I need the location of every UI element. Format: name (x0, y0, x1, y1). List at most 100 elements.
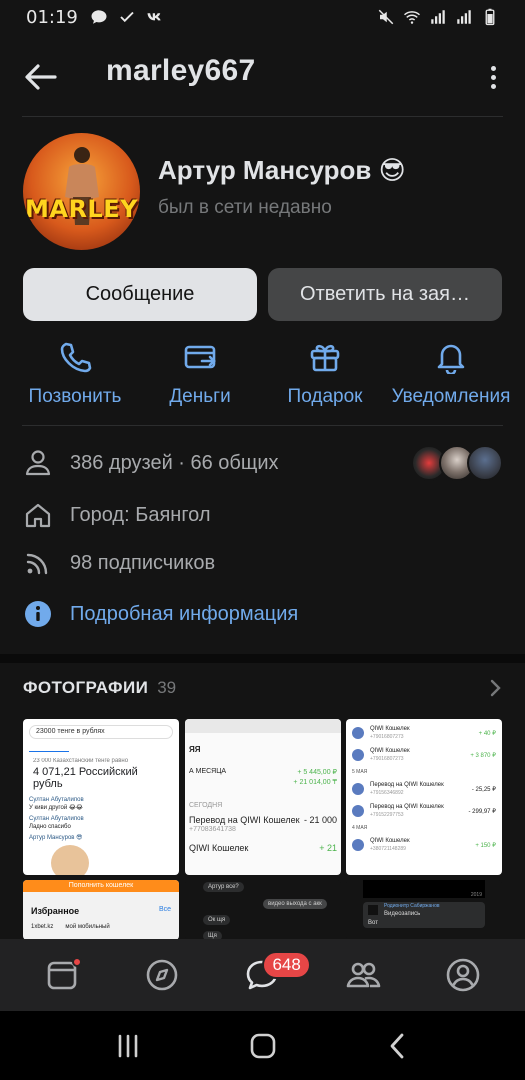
profile-icon (446, 958, 480, 992)
notifications-label: Уведомления (391, 386, 511, 407)
thumb2-transfer-phone: +77083641738 (189, 826, 236, 833)
thumb-chat2-name: Султан Абуталипов (29, 816, 84, 822)
gift-icon (310, 344, 340, 372)
friends-row[interactable]: 386 друзей · 66 общих (23, 448, 279, 478)
thumb3-row: QIWI Кошелек +79016807273 + 40 ₽ (352, 725, 496, 741)
details-row[interactable]: Подробная информация (23, 599, 298, 629)
thumb2-amount-plus2: + 21 014,00 ₸ (293, 779, 337, 786)
thumb2-header: ЯЯ (189, 745, 201, 754)
call-label: Позвонить (28, 386, 122, 407)
avatar[interactable]: MARLEY (23, 133, 140, 250)
rss-icon (26, 553, 48, 575)
followers-count: 98 подписчиков (70, 551, 216, 574)
chevron-right-icon[interactable] (489, 678, 503, 698)
message-button[interactable]: Сообщение (23, 268, 257, 321)
page-title: marley667 (106, 54, 256, 87)
photos-count: 39 (157, 678, 177, 697)
qiwi-icon (352, 805, 364, 817)
feed-badge-dot (72, 957, 83, 967)
thumb3-row-sub: +79016807273 (370, 734, 404, 740)
photos-title: ФОТОГРАФИИ (23, 678, 149, 697)
city-text: Город: Баянгол (70, 503, 211, 526)
thumb3-row-title: Перевод на QIWI Кошелек (370, 782, 444, 788)
thumb4-item2: мой мобильный (65, 924, 110, 930)
thumb-sticker (51, 845, 89, 875)
thumb4-top-button: Пополнить кошелек (23, 880, 179, 892)
thumb3-row: QIWI Кошелек +380721148289 + 150 ₽ (352, 837, 496, 853)
thumb-chat1-name: Султан Абуталипов (29, 797, 84, 803)
status-time: 01:19 (26, 6, 78, 28)
thumb-result-line1: 4 071,21 Российский (33, 766, 138, 778)
nav-discover[interactable] (136, 949, 188, 1001)
more-vertical-icon[interactable] (483, 60, 503, 94)
profile-name-text: Артур Мансуров (158, 155, 372, 185)
nav-feed[interactable] (36, 949, 88, 1001)
sunglasses-emoji: 😎 (378, 155, 406, 185)
check-icon (120, 11, 134, 23)
back-icon[interactable] (383, 1031, 413, 1061)
thumb5-msg1: Артур все? (203, 882, 244, 892)
thumb-tab-underline (29, 742, 69, 752)
gift-label: Подарок (287, 386, 363, 407)
thumb2-wallet-amount: + 21 (319, 843, 337, 853)
system-navigation (0, 1011, 525, 1080)
photo-thumbnail[interactable]: 23000 тенге в рублях 23 000 Казахстански… (23, 719, 179, 875)
photos-header[interactable]: ФОТОГРАФИИ 39 (23, 678, 503, 698)
user-icon (25, 450, 51, 476)
thumb3-date: 5 МАЯ (352, 769, 368, 775)
call-action[interactable]: Позвонить (10, 340, 140, 408)
home-icon[interactable] (248, 1031, 278, 1061)
thumb-statusbar (185, 719, 341, 733)
profile-name: Артур Мансуров 😎 (158, 155, 406, 186)
nav-profile[interactable] (437, 949, 489, 1001)
thumb3-row-title: Перевод на QIWI Кошелек (370, 804, 444, 810)
city-row: Город: Баянгол (23, 500, 211, 530)
messages-badge: 648 (262, 951, 311, 979)
qiwi-icon (352, 839, 364, 851)
gift-action[interactable]: Подарок (260, 340, 390, 408)
notifications-action[interactable]: Уведомления (386, 340, 516, 408)
photo-thumbnail[interactable]: QIWI Кошелек +79016807273 + 40 ₽ QIWI Кошел… (346, 719, 502, 875)
thumb4-item1: 1xbet.kz (31, 924, 54, 930)
section-separator (0, 654, 525, 663)
vk-icon (147, 13, 161, 21)
thumb-chat1-text: У киви другой 😂😂 (29, 805, 83, 811)
thumb4-favorites: Избранное (31, 906, 80, 916)
thumb3-row-amount: + 3 870 ₽ (470, 752, 496, 759)
bottom-navigation: 648 (0, 939, 525, 1011)
status-bar: 01:19 (0, 0, 525, 34)
photo-thumbnail[interactable]: 2019 Родионитр Сабиржанов Видеозапись Во… (346, 880, 502, 940)
details-link[interactable]: Подробная информация (70, 603, 298, 626)
nav-messages[interactable]: 648 (236, 949, 311, 1001)
recent-apps-icon[interactable] (113, 1031, 143, 1061)
mute-icon (378, 9, 394, 25)
nav-friends[interactable] (337, 949, 389, 1001)
info-icon (25, 601, 51, 627)
money-label: Деньги (169, 386, 231, 407)
top-bar: marley667 (0, 40, 525, 112)
thumb5-msg4: видео выхода с акк (263, 899, 327, 909)
actions-divider (22, 425, 503, 426)
photo-thumbnail[interactable]: Пополнить кошелек Избранное Все 1xbet.kz… (23, 880, 179, 940)
followers-row[interactable]: 98 подписчиков (23, 548, 215, 578)
money-action[interactable]: Деньги (135, 340, 265, 408)
mutual-friends-avatars[interactable] (411, 445, 503, 481)
home-icon (25, 503, 51, 528)
thumb-result-line2: рубль (33, 778, 63, 790)
discover-icon (146, 959, 178, 991)
phone-icon (60, 342, 92, 373)
photo-thumbnail[interactable]: Артур все? видео выхода с акк Ок щя Щя (185, 880, 341, 940)
qiwi-icon (352, 727, 364, 739)
thumb3-date: 4 МАЯ (352, 825, 368, 831)
thumb-converter-caption: 23 000 Казахстанский тенге равно (33, 758, 129, 764)
thumb3-row-amount: - 299,97 ₽ (468, 808, 496, 815)
thumb2-wallet-title: QIWI Кошелек (189, 843, 249, 853)
thumb2-amount-plus: + 5 445,00 ₽ (297, 769, 337, 776)
reply-request-button[interactable]: Ответить на зая… (268, 268, 502, 321)
signal-icon (457, 10, 471, 24)
signal-icon (431, 10, 445, 24)
photo-thumbnail[interactable]: ЯЯ А МЕСЯЦА + 5 445,00 ₽ + 21 014,00 ₸ С… (185, 719, 341, 875)
arrow-left-icon[interactable] (22, 60, 58, 94)
thumb6-footer: Вот (368, 920, 378, 926)
thumb2-transfer-title: Перевод на QIWI Кошелек (189, 815, 300, 825)
